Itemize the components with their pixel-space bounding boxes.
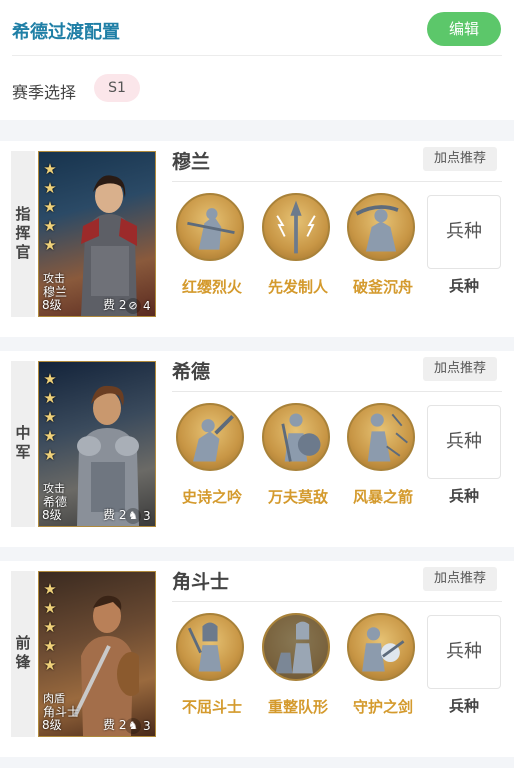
hero-cost: 费 2	[103, 508, 127, 522]
hero-card-middle: 中军 ★ ★ ★ ★ ★ 攻击 希德 8级 费 2 ♞ 3 希德 加点推荐 史诗…	[0, 351, 514, 547]
page-title: 希德过渡配置	[12, 22, 120, 43]
archer-icon	[347, 403, 415, 471]
bard-icon	[176, 403, 244, 471]
troop-select-box[interactable]: 兵种	[427, 195, 501, 269]
role-column: 中军	[11, 361, 35, 527]
role-label: 指挥官	[13, 205, 32, 263]
skill-3[interactable]: 守护之剑	[343, 613, 423, 723]
star-rating: ★ ★ ★ ★ ★	[42, 370, 58, 465]
helmet-warrior-icon	[176, 613, 244, 681]
star-rating: ★ ★ ★ ★ ★	[42, 160, 58, 255]
horse-icon: ♞	[125, 508, 141, 524]
star-icon: ★	[43, 580, 57, 598]
header-divider	[12, 55, 502, 56]
card-divider	[172, 601, 502, 602]
card-divider	[172, 391, 502, 392]
troop-label: 兵种	[448, 487, 479, 505]
hero-level: 8级	[42, 298, 62, 312]
edit-button[interactable]: 编辑	[427, 12, 501, 46]
recommend-button[interactable]: 加点推荐	[423, 147, 497, 171]
role-label: 中军	[13, 425, 32, 463]
star-icon: ★	[43, 217, 57, 235]
hero-portrait[interactable]: ★ ★ ★ ★ ★ 攻击 穆兰 8级 费 2 ⊘ 4	[38, 151, 156, 317]
hero-level: 8级	[42, 718, 62, 732]
star-icon: ★	[43, 446, 57, 464]
skill-1[interactable]: 红缨烈火	[172, 193, 252, 303]
skill-name: 守护之剑	[352, 698, 413, 716]
skill-name: 史诗之吟	[181, 488, 242, 506]
star-icon: ★	[43, 370, 57, 388]
hero-figure-icon	[73, 595, 139, 736]
hero-portrait[interactable]: ★ ★ ★ ★ ★ 攻击 希德 8级 费 2 ♞ 3	[38, 361, 156, 527]
star-icon: ★	[43, 236, 57, 254]
troop-label: 兵种	[448, 277, 479, 295]
hero-count: 3	[143, 509, 151, 523]
hero-name: 角斗士	[172, 571, 230, 593]
role-column: 指挥官	[11, 151, 35, 317]
star-icon: ★	[43, 160, 57, 178]
hero-name: 希德	[172, 361, 211, 383]
skill-3[interactable]: 破釜沉舟	[343, 193, 423, 303]
lightning-spear-icon	[262, 193, 330, 261]
star-icon: ★	[43, 618, 57, 636]
season-select-s1[interactable]: S1	[94, 74, 140, 102]
star-icon: ★	[43, 599, 57, 617]
skill-name: 先发制人	[267, 278, 328, 296]
skill-name: 破釜沉舟	[352, 278, 413, 296]
no-bow-icon: ⊘	[125, 298, 141, 314]
troop-select-box[interactable]: 兵种	[427, 615, 501, 689]
recommend-button[interactable]: 加点推荐	[423, 567, 497, 591]
hero-figure-icon	[81, 175, 137, 316]
troop-label: 兵种	[448, 697, 479, 715]
star-icon: ★	[43, 408, 57, 426]
sword-warrior-icon	[347, 193, 415, 261]
hero-portrait[interactable]: ★ ★ ★ ★ ★ 肉盾 角斗士 8级 费 2 ♞ 3	[38, 571, 156, 737]
recommend-button[interactable]: 加点推荐	[423, 357, 497, 381]
skill-3[interactable]: 风暴之箭	[343, 403, 423, 513]
regroup-icon	[262, 613, 330, 681]
hero-count: 4	[143, 299, 151, 313]
hero-cost: 费 2	[103, 718, 127, 732]
skill-name: 风暴之箭	[352, 488, 413, 506]
skill-1[interactable]: 史诗之吟	[172, 403, 252, 513]
star-icon: ★	[43, 427, 57, 445]
hero-card-commander: 指挥官 ★ ★ ★ ★ ★ 攻击 穆兰 8级 费 2 ⊘ 4 穆兰 加点推荐 红…	[0, 141, 514, 337]
star-rating: ★ ★ ★ ★ ★	[42, 580, 58, 675]
skill-name: 红缨烈火	[181, 278, 242, 296]
shield-warrior-icon	[262, 403, 330, 471]
hero-level: 8级	[42, 508, 62, 522]
star-icon: ★	[43, 389, 57, 407]
skill-2[interactable]: 先发制人	[258, 193, 338, 303]
skill-1[interactable]: 不屈斗士	[172, 613, 252, 723]
skill-2[interactable]: 重整队形	[258, 613, 338, 723]
hero-name: 穆兰	[172, 151, 211, 173]
season-label: 赛季选择	[12, 83, 77, 102]
role-label: 前锋	[13, 635, 32, 673]
header: 希德过渡配置 编辑 赛季选择 S1	[0, 0, 514, 120]
hero-card-vanguard: 前锋 ★ ★ ★ ★ ★ 肉盾 角斗士 8级 费 2 ♞ 3 角斗士 加点推荐 …	[0, 561, 514, 757]
star-icon: ★	[43, 179, 57, 197]
hero-cost: 费 2	[103, 298, 127, 312]
hero-figure-icon	[77, 385, 139, 526]
troop-select-box[interactable]: 兵种	[427, 405, 501, 479]
skill-name: 万夫莫敌	[267, 488, 328, 506]
skill-name: 重整队形	[267, 698, 328, 716]
skill-2[interactable]: 万夫莫敌	[258, 403, 338, 513]
role-column: 前锋	[11, 571, 35, 737]
star-icon: ★	[43, 198, 57, 216]
horse-icon: ♞	[125, 718, 141, 734]
star-icon: ★	[43, 637, 57, 655]
guardian-sword-icon	[347, 613, 415, 681]
card-divider	[172, 181, 502, 182]
skill-name: 不屈斗士	[181, 698, 242, 716]
hero-count: 3	[143, 719, 151, 733]
star-icon: ★	[43, 656, 57, 674]
warrior-spear-icon	[176, 193, 244, 261]
